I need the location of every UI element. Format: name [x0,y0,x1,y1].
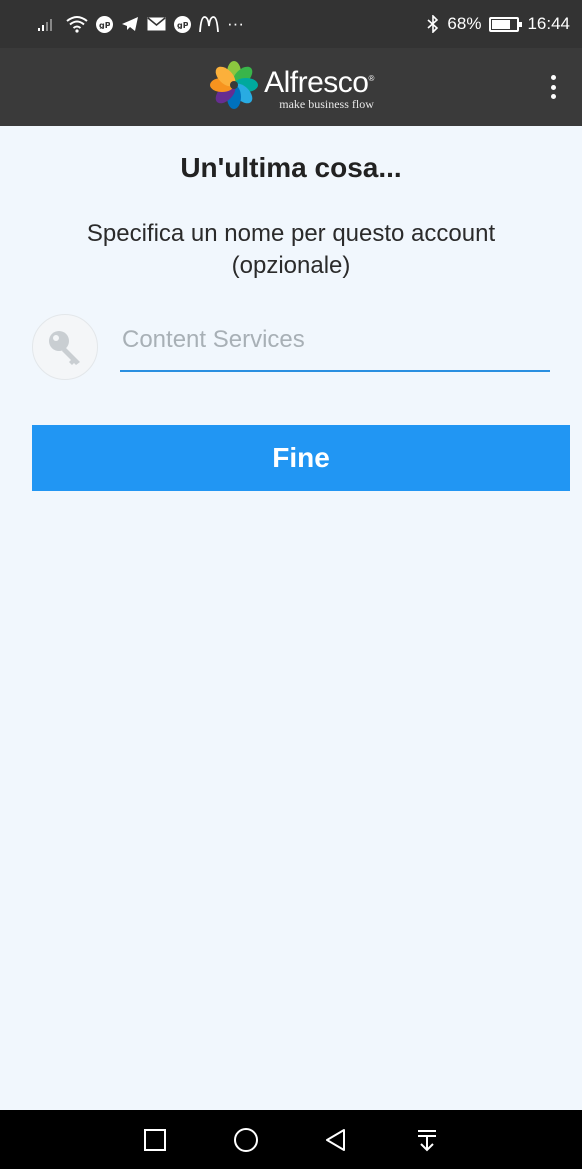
navigation-bar [0,1110,582,1169]
registered-mark: ® [368,73,374,83]
svg-text:gP: gP [99,21,110,29]
screen: gP gP ··· 68% 16:44 Alfresco® make busin… [0,0,582,1169]
mcdonalds-icon [199,16,219,32]
battery-icon [489,16,523,32]
home-icon[interactable] [226,1120,266,1160]
more-vertical-icon[interactable] [544,72,562,102]
key-icon [32,314,98,380]
overflow-notifications: ··· [227,14,244,33]
app-bar: Alfresco® make business flow [0,48,582,126]
menu-dot [550,75,556,80]
telegram-icon [121,16,139,32]
mail-icon [147,17,166,31]
alfresco-flower-icon [208,59,260,116]
battery-percent: 68% [447,14,482,33]
app-badge-icon: gP [174,15,191,33]
battery-fill [492,19,511,29]
bluetooth-icon [427,15,439,33]
clock: 16:44 [527,14,570,33]
account-name-input[interactable] [120,318,550,372]
logo-tagline: make business flow [279,96,374,111]
notifications-pull-icon[interactable] [407,1120,447,1160]
logo-name: Alfresco® [264,63,374,99]
finish-button[interactable]: Fine [32,425,570,491]
status-bar-right: 68% 16:44 [427,14,570,34]
page-subtitle: Specifica un nome per questo account (op… [86,220,496,279]
logo-name-text: Alfresco [264,65,369,99]
logo-wordmark: Alfresco® make business flow [264,63,374,112]
recent-apps-icon[interactable] [135,1120,175,1160]
back-icon[interactable] [316,1120,356,1160]
wifi-icon [66,15,88,33]
menu-dot [550,84,556,90]
signal-icon [38,17,58,31]
page-title: Un'ultima cosa... [180,152,402,183]
app-badge-icon: gP [96,15,113,33]
status-bar-left: gP gP ··· [38,14,244,34]
svg-text:gP: gP [177,21,188,29]
alfresco-logo: Alfresco® make business flow [208,59,374,116]
menu-dot [550,94,556,99]
status-bar: gP gP ··· 68% 16:44 [0,0,582,48]
